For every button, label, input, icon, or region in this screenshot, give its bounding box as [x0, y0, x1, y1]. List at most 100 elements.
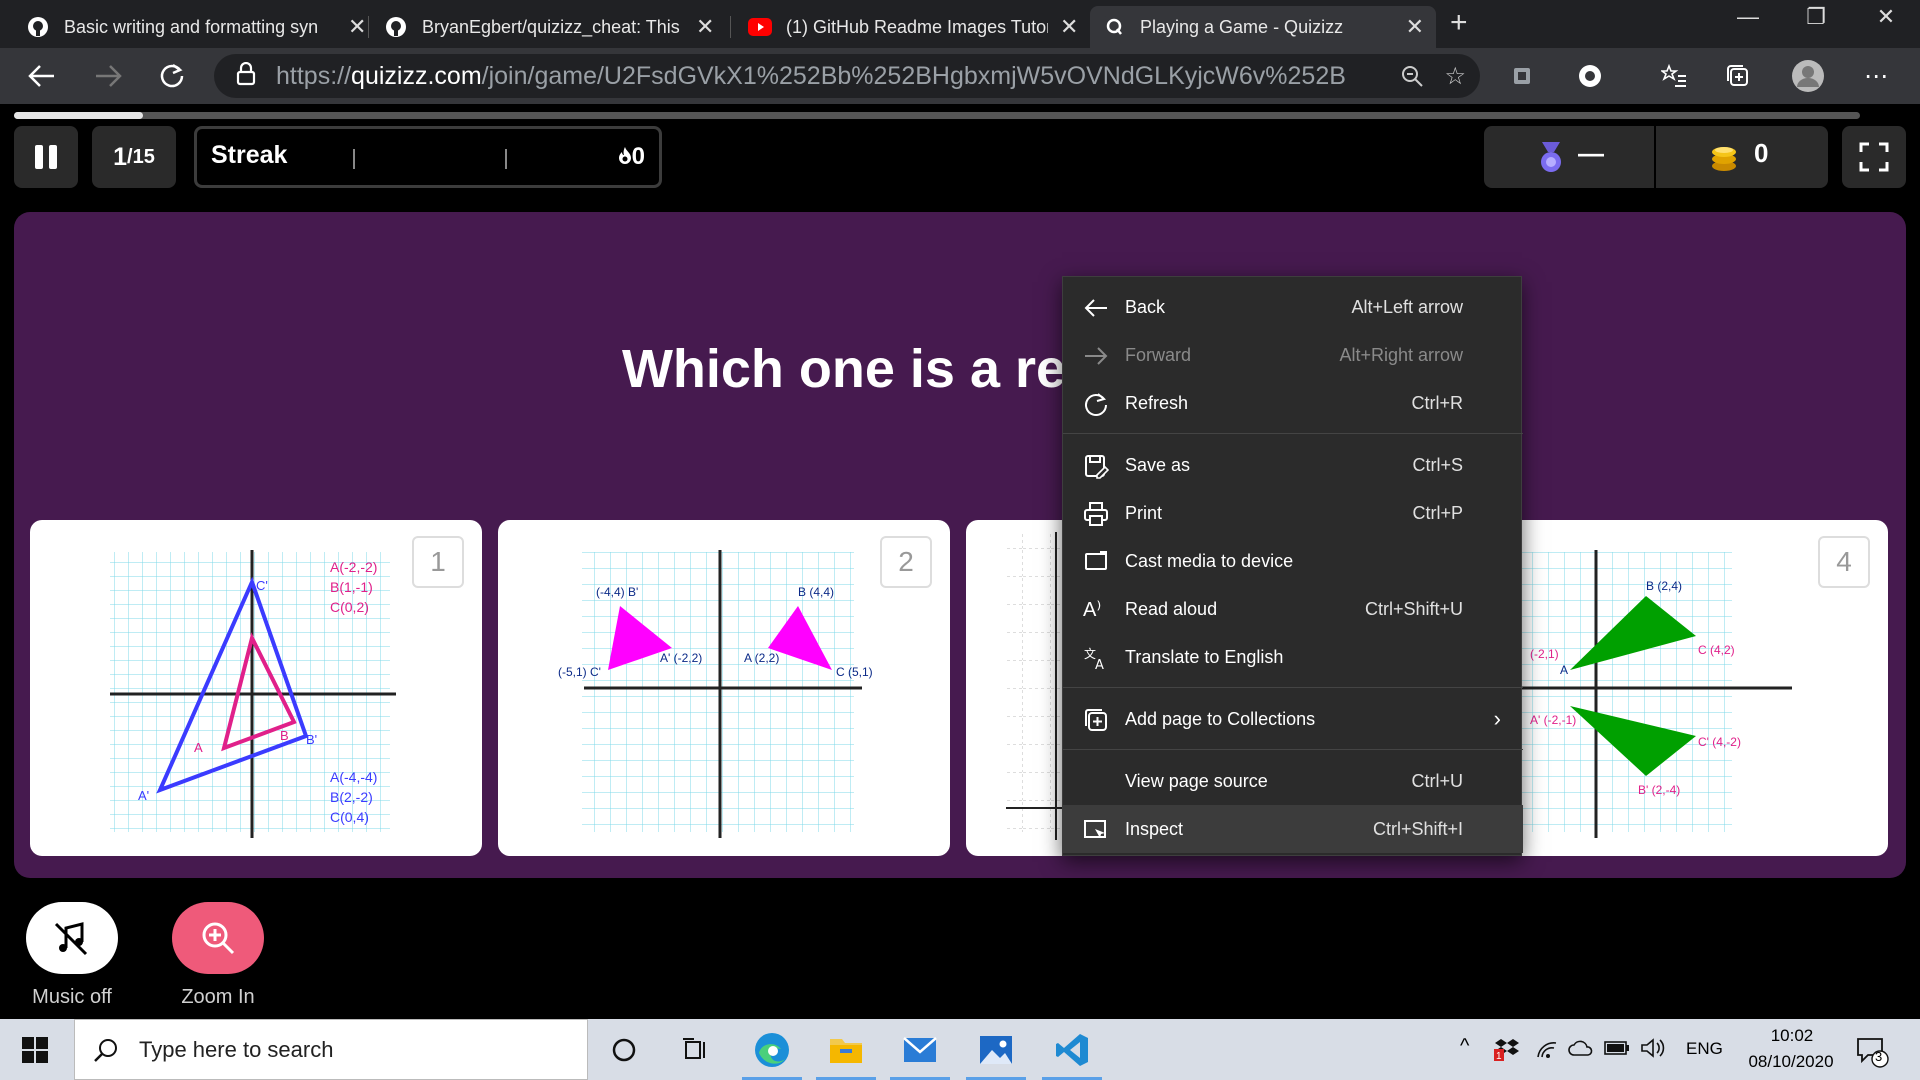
coins-value: 0 — [1754, 138, 1769, 168]
menu-item-save-as[interactable]: Save as Ctrl+S — [1063, 441, 1523, 489]
photos-button[interactable] — [960, 1019, 1032, 1080]
svg-text:A': A' — [138, 788, 149, 803]
question-current: 1 — [113, 142, 128, 171]
svg-text:B: B — [280, 728, 289, 743]
tab-youtube[interactable]: (1) GitHub Readme Images Tutor ✕ — [736, 6, 1090, 48]
close-tab-icon[interactable]: ✕ — [696, 14, 714, 40]
svg-text:(-2,1): (-2,1) — [1530, 647, 1559, 661]
forward-arrow-icon — [1085, 347, 1108, 365]
battery-icon[interactable] — [1604, 1041, 1630, 1060]
extension-circle-icon[interactable] — [1570, 56, 1610, 96]
back-arrow-icon — [1084, 299, 1107, 317]
notifications-icon[interactable]: 3 — [1856, 1035, 1890, 1074]
vscode-icon — [1056, 1033, 1088, 1066]
language-indicator[interactable]: ENG — [1686, 1039, 1723, 1059]
dropbox-icon[interactable]: 1 — [1494, 1037, 1520, 1066]
close-tab-icon[interactable]: ✕ — [348, 14, 366, 40]
close-tab-icon[interactable]: ✕ — [1406, 14, 1424, 40]
fullscreen-button[interactable] — [1842, 126, 1906, 188]
svg-text:A: A — [194, 740, 203, 755]
coord-label: A(-4,-4) — [330, 769, 377, 785]
task-view-icon — [683, 1037, 705, 1059]
start-button[interactable] — [14, 1033, 58, 1067]
favorite-star-icon[interactable]: ☆ — [1444, 62, 1466, 91]
answer-option-1[interactable]: A(-2,-2) B(1,-1) C(0,2) A(-4,-4) B(2,-2)… — [30, 520, 482, 856]
clock-date[interactable]: 08/10/2020 — [1736, 1052, 1846, 1072]
question-progress-bar — [14, 112, 1860, 119]
coord-label: C(0,4) — [330, 809, 369, 825]
tab-quizizz-active[interactable]: Playing a Game - Quizizz ✕ — [1090, 6, 1436, 48]
file-explorer-button[interactable] — [810, 1019, 882, 1080]
new-tab-button[interactable]: + — [1450, 6, 1468, 40]
menu-item-read-aloud[interactable]: A⁾ Read aloud Ctrl+Shift+U — [1063, 585, 1523, 633]
menu-item-inspect[interactable]: Inspect Ctrl+Shift+I — [1063, 805, 1523, 853]
photos-icon — [980, 1035, 1012, 1064]
task-view-button[interactable] — [660, 1019, 732, 1080]
tab-quizizz-cheat[interactable]: BryanEgbert/quizizz_cheat: This ✕ — [372, 6, 726, 48]
network-icon[interactable] — [1536, 1039, 1558, 1064]
menu-item-view-source[interactable]: View page source Ctrl+U — [1063, 757, 1523, 805]
svg-text:1: 1 — [1496, 1051, 1502, 1061]
search-placeholder: Type here to search — [139, 1036, 334, 1062]
youtube-icon — [748, 15, 772, 39]
address-bar[interactable]: https://quizizz.com/join/game/U2FsdGVkX1… — [214, 54, 1480, 98]
close-tab-icon[interactable]: ✕ — [1060, 14, 1078, 40]
extension-icon[interactable] — [1502, 56, 1542, 96]
restore-button[interactable]: ❐ — [1786, 4, 1846, 30]
fullscreen-icon — [1859, 142, 1889, 172]
context-menu: Back Alt+Left arrow Forward Alt+Right arro… — [1062, 276, 1523, 856]
settings-more-icon[interactable]: ⋯ — [1856, 56, 1896, 96]
volume-icon[interactable] — [1640, 1037, 1666, 1064]
zoom-in-button[interactable] — [172, 902, 264, 974]
forward-button[interactable] — [88, 56, 128, 96]
save-as-icon — [1085, 455, 1109, 479]
show-hidden-icons[interactable]: ^ — [1460, 1035, 1469, 1058]
zoom-control[interactable]: Zoom In — [158, 902, 278, 1009]
svg-text:A: A — [1560, 663, 1568, 677]
svg-text:C': C' — [256, 578, 268, 593]
zoom-icon[interactable] — [1400, 64, 1424, 93]
onedrive-icon[interactable] — [1568, 1039, 1594, 1062]
chevron-right-icon: › — [1493, 706, 1501, 731]
option-number: 4 — [1818, 536, 1870, 588]
menu-item-forward[interactable]: Forward Alt+Right arrow — [1063, 331, 1523, 379]
menu-item-print[interactable]: Print Ctrl+P — [1063, 489, 1523, 537]
pause-button[interactable] — [14, 126, 78, 188]
clock-time[interactable]: 10:02 — [1762, 1026, 1822, 1046]
streak-label: Streak — [211, 141, 288, 169]
menu-item-refresh[interactable]: Refresh Ctrl+R — [1063, 379, 1523, 427]
svg-text:(-4,4) B': (-4,4) B' — [596, 585, 638, 599]
mail-button[interactable] — [884, 1019, 956, 1080]
taskbar-search[interactable]: Type here to search — [74, 1019, 588, 1080]
minimize-button[interactable]: — — [1718, 4, 1778, 30]
coord-label: B(1,-1) — [330, 579, 373, 595]
answer-option-2[interactable]: (-4,4) B' B (4,4) (-5,1) C' A' (-2,2) A … — [498, 520, 950, 856]
pause-icon — [35, 145, 57, 169]
menu-item-back[interactable]: Back Alt+Left arrow — [1063, 283, 1523, 331]
tab-basic-writing[interactable]: Basic writing and formatting syn ✕ — [14, 6, 378, 48]
menu-item-translate[interactable]: 文A Translate to English — [1063, 633, 1523, 681]
streak-count: 0 — [618, 143, 645, 171]
refresh-button[interactable] — [152, 56, 192, 96]
back-button[interactable] — [22, 56, 62, 96]
url-text[interactable]: https://quizizz.com/join/game/U2FsdGVkX1… — [276, 62, 1346, 91]
favorites-icon[interactable] — [1654, 56, 1694, 96]
translate-icon: 文A — [1084, 646, 1104, 671]
music-toggle[interactable]: Music off — [12, 902, 132, 1009]
close-window-button[interactable]: ✕ — [1856, 4, 1916, 30]
svg-text:B': B' — [306, 732, 317, 747]
music-off-button[interactable] — [26, 902, 118, 974]
windows-logo-icon — [22, 1037, 48, 1063]
edge-taskbar-button[interactable] — [736, 1019, 808, 1080]
quizizz-icon — [1102, 15, 1126, 39]
collections-icon[interactable] — [1718, 56, 1758, 96]
tab-title: BryanEgbert/quizizz_cheat: This — [422, 16, 680, 37]
refresh-icon — [160, 63, 184, 88]
music-label: Music off — [32, 986, 112, 1008]
menu-item-cast[interactable]: Cast media to device — [1063, 537, 1523, 585]
cortana-button[interactable] — [588, 1019, 660, 1080]
menu-item-add-to-collections[interactable]: Add page to Collections › — [1063, 695, 1523, 743]
profile-avatar-icon[interactable] — [1788, 56, 1828, 96]
vscode-button[interactable] — [1036, 1019, 1108, 1080]
tab-title: (1) GitHub Readme Images Tutor — [786, 16, 1048, 37]
